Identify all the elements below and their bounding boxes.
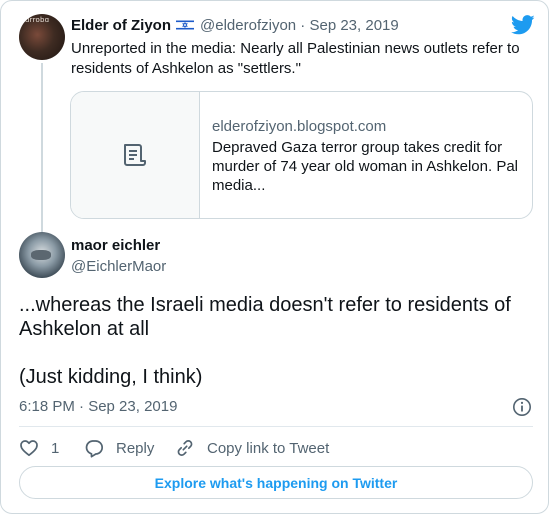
actions-divider	[19, 426, 533, 427]
reply-bubble-icon	[85, 440, 103, 458]
explore-twitter-button[interactable]: Explore what's happening on Twitter	[19, 466, 533, 499]
parent-author-handle[interactable]: @elderofziyon	[200, 17, 296, 34]
link-icon	[177, 440, 193, 456]
meta-separator: ·	[300, 17, 306, 34]
parent-tweet-header: Elder of Ziyon @elderofziyon · Sep 23, 2…	[71, 17, 399, 35]
copy-link-label: Copy link to Tweet	[207, 439, 330, 457]
document-icon	[124, 144, 146, 166]
avatar-face	[31, 250, 51, 260]
info-icon[interactable]	[512, 397, 532, 417]
main-tweet-text: ...whereas the Israeli media doesn't ref…	[19, 293, 539, 389]
thread-connector-line	[41, 63, 43, 233]
reply-label: Reply	[116, 439, 155, 457]
main-author-handle[interactable]: @EichlerMaor	[71, 258, 166, 276]
link-domain: elderofziyon.blogspot.com	[212, 118, 387, 135]
embedded-tweet-card: ɑrrobɑ Elder of Ziyon @elderofziyon · Se…	[0, 0, 549, 514]
heart-icon	[20, 440, 38, 457]
main-author-avatar[interactable]	[19, 232, 65, 278]
link-thumbnail	[71, 92, 200, 218]
like-button[interactable]: 1	[19, 437, 59, 459]
parent-tweet-text: Unreported in the media: Nearly all Pale…	[71, 40, 520, 77]
twitter-bird-icon[interactable]	[511, 15, 535, 35]
avatar-text: ɑrrobɑ	[25, 16, 50, 24]
link-preview-card[interactable]: elderofziyon.blogspot.com Depraved Gaza …	[70, 91, 533, 219]
parent-author-avatar[interactable]: ɑrrobɑ	[19, 14, 65, 60]
reply-button[interactable]: Reply	[84, 437, 154, 459]
main-tweet-line-2: (Just kidding, I think)	[19, 366, 203, 388]
parent-author-name[interactable]: Elder of Ziyon	[71, 17, 171, 34]
like-count: 1	[51, 439, 60, 457]
link-title: Depraved Gaza terror group takes credit …	[212, 139, 518, 194]
tweet-timestamp[interactable]: 6:18 PM · Sep 23, 2019	[19, 398, 177, 416]
parent-tweet-date[interactable]: Sep 23, 2019	[309, 17, 398, 34]
copy-link-button[interactable]: Copy link to Tweet	[175, 437, 329, 459]
main-author-name[interactable]: maor eichler	[71, 237, 160, 255]
israel-flag-icon	[176, 19, 195, 31]
main-tweet-line-1: ...whereas the Israeli media doesn't ref…	[19, 294, 511, 340]
